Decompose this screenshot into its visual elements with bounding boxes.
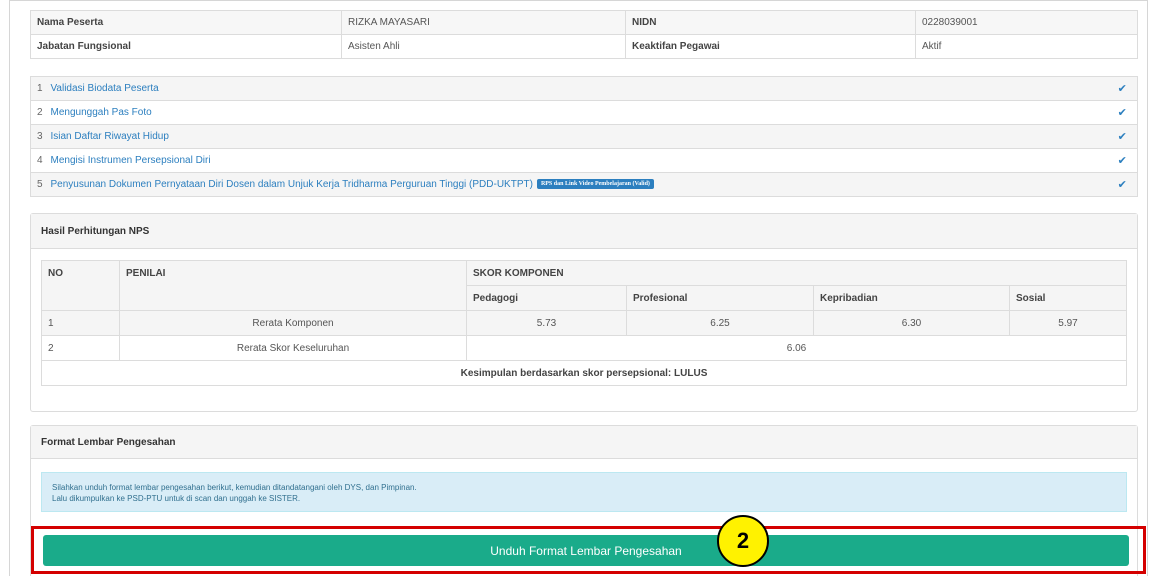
col-header-sosial: Sosial (1009, 285, 1127, 311)
col-header-kepribadian: Kepribadian (813, 285, 1010, 311)
keaktifan-label: Keaktifan Pegawai (625, 34, 916, 59)
format-panel-title: Format Lembar Pengesahan (31, 426, 1137, 459)
score-profesional: 6.25 (626, 310, 814, 336)
nidn-value: 0228039001 (915, 10, 1138, 35)
row-penilai: Rerata Skor Keseluruhan (119, 335, 467, 361)
col-header-pedagogi: Pedagogi (466, 285, 627, 311)
status-badge: RPS dan Link Video Pembelajaran (Valid) (536, 179, 654, 190)
step-row: 5 Penyusunan Dokumen Pernyataan Diri Dos… (30, 172, 1138, 197)
step-number: 4 (30, 148, 47, 173)
step-link-validasi-biodata[interactable]: Validasi Biodata Peserta (46, 76, 1108, 101)
step-number: 2 (30, 100, 47, 125)
step-cell-pdd-uktpt: Penyusunan Dokumen Pernyataan Diri Dosen… (46, 172, 1108, 197)
nama-value: RIZKA MAYASARI (341, 10, 626, 35)
step-row: 1 Validasi Biodata Peserta ✔ (30, 76, 1138, 101)
alert-line: Silahkan unduh format lembar pengesahan … (52, 483, 417, 492)
step-number: 3 (30, 124, 47, 149)
nidn-label: NIDN (625, 10, 916, 35)
col-header-profesional: Profesional (626, 285, 814, 311)
step-number: 1 (30, 76, 47, 101)
nps-panel-title: Hasil Perhitungan NPS (31, 214, 1137, 249)
table-row: 2 Rerata Skor Keseluruhan 6.06 (41, 335, 1127, 361)
check-icon: ✔ (1107, 124, 1138, 149)
score-total: 6.06 (466, 335, 1127, 361)
check-icon: ✔ (1107, 100, 1138, 125)
download-format-button[interactable]: Unduh Format Lembar Pengesahan (43, 535, 1129, 566)
row-no: 1 (41, 310, 120, 336)
row-penilai: Rerata Komponen (119, 310, 467, 336)
col-header-no: NO (41, 260, 120, 311)
step-row: 2 Mengunggah Pas Foto ✔ (30, 100, 1138, 125)
step-link-pdd-uktpt[interactable]: Penyusunan Dokumen Pernyataan Diri Dosen… (51, 179, 533, 190)
score-pedagogi: 5.73 (466, 310, 627, 336)
step-link-riwayat-hidup[interactable]: Isian Daftar Riwayat Hidup (46, 124, 1108, 149)
step-marker-badge: 2 (717, 515, 769, 567)
conclusion-text: Kesimpulan berdasarkan skor persepsional… (41, 360, 1127, 386)
step-number: 5 (30, 172, 47, 197)
col-header-skor: SKOR KOMPONEN (466, 260, 1127, 286)
step-row: 3 Isian Daftar Riwayat Hidup ✔ (30, 124, 1138, 149)
alert-line: Lalu dikumpulkan ke PSD-PTU untuk di sca… (52, 494, 301, 503)
row-no: 2 (41, 335, 120, 361)
jabatan-value: Asisten Ahli (341, 34, 626, 59)
step-link-pas-foto[interactable]: Mengunggah Pas Foto (46, 100, 1108, 125)
nps-table: NO PENILAI SKOR KOMPONEN Pedagogi Profes… (41, 260, 1127, 386)
table-row: 1 Rerata Komponen 5.73 6.25 6.30 5.97 (41, 310, 1127, 336)
score-kepribadian: 6.30 (813, 310, 1010, 336)
nama-label: Nama Peserta (30, 10, 342, 35)
step-link-instrumen-persepsional[interactable]: Mengisi Instrumen Persepsional Diri (46, 148, 1108, 173)
jabatan-label: Jabatan Fungsional (30, 34, 342, 59)
check-icon: ✔ (1107, 172, 1138, 197)
highlight-box: Unduh Format Lembar Pengesahan (31, 526, 1146, 574)
check-icon: ✔ (1107, 148, 1138, 173)
check-icon: ✔ (1107, 76, 1138, 101)
col-header-penilai: PENILAI (119, 260, 467, 311)
step-row: 4 Mengisi Instrumen Persepsional Diri ✔ (30, 148, 1138, 173)
info-alert: Silahkan unduh format lembar pengesahan … (41, 472, 1127, 512)
steps-list: 1 Validasi Biodata Peserta ✔ 2 Mengungga… (30, 76, 1138, 197)
score-sosial: 5.97 (1009, 310, 1127, 336)
participant-info-table: Nama Peserta RIZKA MAYASARI NIDN 0228039… (30, 10, 1138, 59)
nps-panel: Hasil Perhitungan NPS NO PENILAI SKOR KO… (30, 213, 1138, 412)
keaktifan-value: Aktif (915, 34, 1138, 59)
